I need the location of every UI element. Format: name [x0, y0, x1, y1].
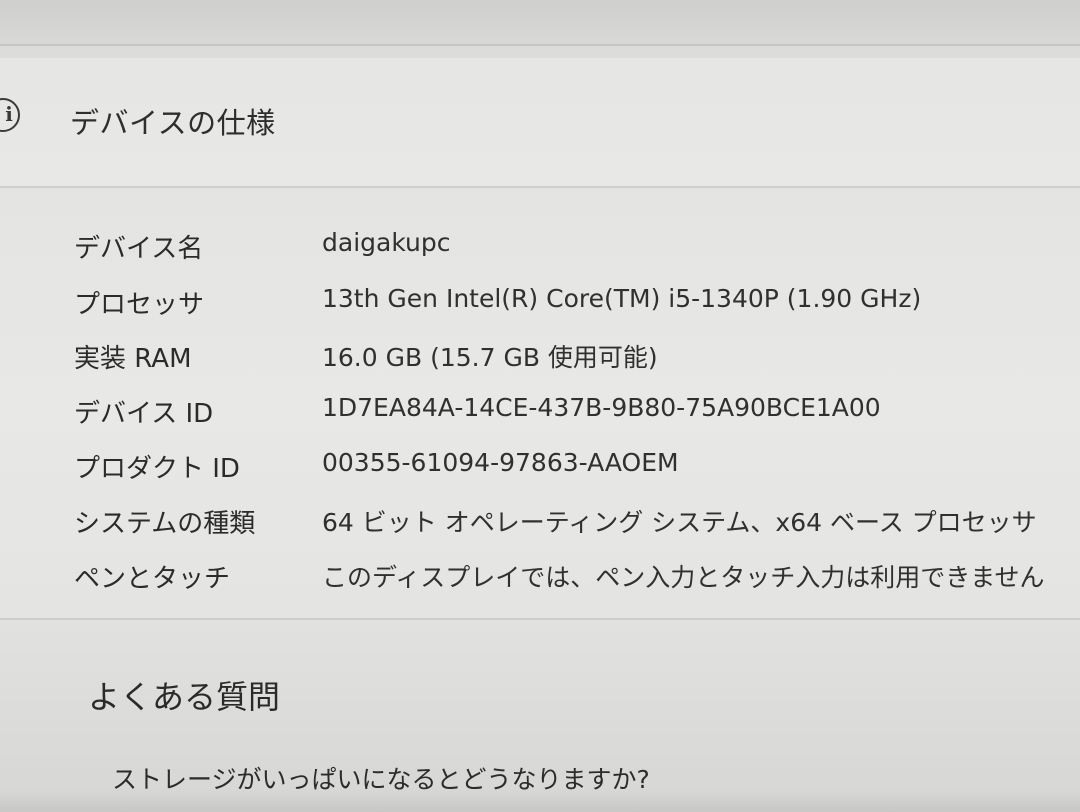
spec-value: 64 ビット オペレーティング システム、x64 ベース プロセッサ — [322, 508, 1037, 537]
spec-label: プロセッサ — [74, 290, 205, 320]
spec-label: プロダクト ID — [74, 454, 240, 484]
faq-title: よくある質問 — [88, 678, 281, 716]
bottom-shade — [0, 790, 1080, 812]
top-strip — [0, 0, 1080, 46]
spec-value: 00355-61094-97863-AAOEM — [322, 448, 679, 477]
spec-row-device-id: デバイス ID 1D7EA84A-14CE-437B-9B80-75A90BCE… — [0, 393, 1080, 443]
spec-row-pen-touch: ペンとタッチ このディスプレイでは、ペン入力とタッチ入力は利用できません — [0, 558, 1080, 608]
spec-value: 16.0 GB (15.7 GB 使用可能) — [322, 343, 658, 372]
spec-value: 1D7EA84A-14CE-437B-9B80-75A90BCE1A00 — [322, 393, 881, 422]
spec-value: 13th Gen Intel(R) Core(TM) i5-1340P (1.9… — [322, 284, 922, 313]
section-title: デバイスの仕様 — [70, 106, 276, 140]
spec-label: ペンとタッチ — [74, 564, 231, 594]
spec-label: 実装 RAM — [74, 344, 192, 374]
spec-value: daigakupc — [322, 228, 451, 257]
spec-row-device-name: デバイス名 daigakupc — [0, 228, 1080, 278]
spec-label: システムの種類 — [74, 509, 256, 539]
spec-row-processor: プロセッサ 13th Gen Intel(R) Core(TM) i5-1340… — [0, 284, 1080, 334]
spec-row-ram: 実装 RAM 16.0 GB (15.7 GB 使用可能) — [0, 338, 1080, 388]
spec-row-system-type: システムの種類 64 ビット オペレーティング システム、x64 ベース プロセ… — [0, 503, 1080, 553]
spec-label: デバイス名 — [74, 234, 204, 264]
spec-value: このディスプレイでは、ペン入力とタッチ入力は利用できません — [322, 563, 1045, 592]
spec-label: デバイス ID — [74, 399, 214, 429]
spec-row-product-id: プロダクト ID 00355-61094-97863-AAOEM — [0, 448, 1080, 498]
